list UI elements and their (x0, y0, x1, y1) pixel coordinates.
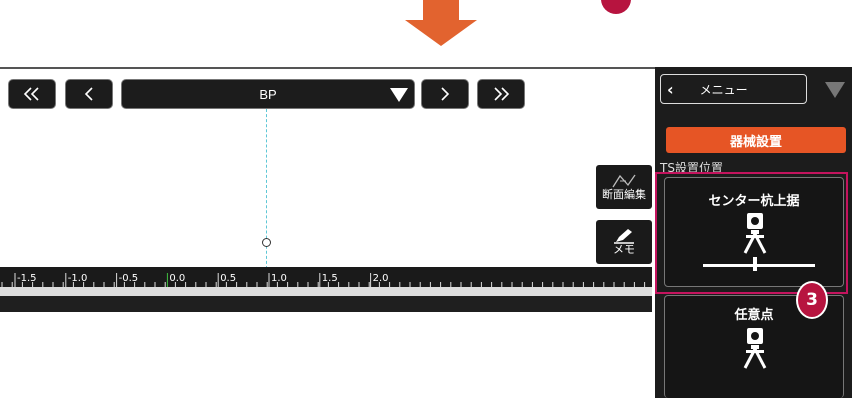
station-select-value: BP (259, 86, 277, 102)
first-station-button[interactable] (8, 79, 56, 109)
ruler-label: 0.0 (169, 273, 185, 284)
chevron-right-icon (441, 87, 450, 101)
ruler-label: 1.5 (322, 273, 338, 284)
distance-ruler: -1.5 -1.0 -0.5 0.0 0.5 1.0 1.5 2.0 (0, 267, 652, 287)
memo-label: メモ (613, 243, 635, 256)
ruler-ticks: -1.5 -1.0 -0.5 0.0 0.5 1.0 1.5 2.0 (1, 273, 646, 287)
ruler-label: 1.0 (271, 273, 287, 284)
instrument-setup-button[interactable]: 器械設置 (666, 127, 846, 153)
memo-pen-icon (614, 229, 634, 244)
guide-arrow-icon (405, 20, 477, 46)
ruler-label: -0.5 (119, 273, 139, 284)
section-edit-button[interactable]: 断面編集 (596, 165, 652, 209)
section-canvas[interactable] (0, 67, 655, 398)
ruler-label: -1.5 (17, 273, 37, 284)
section-edit-label: 断面編集 (602, 188, 646, 201)
center-point-marker[interactable] (262, 238, 271, 247)
menu-button[interactable]: ‹ メニュー (660, 74, 807, 104)
ruler-label: 2.0 (373, 273, 389, 284)
chevron-double-left-icon (23, 87, 39, 101)
menu-dropdown-triangle-icon[interactable] (825, 82, 845, 98)
step-badge: 3 (796, 281, 828, 319)
ruler-label: -1.0 (68, 273, 88, 284)
last-station-button[interactable] (477, 79, 525, 109)
guide-step-dot (601, 0, 631, 14)
chevron-left-icon (84, 87, 93, 101)
next-station-button[interactable] (421, 79, 469, 109)
chevron-left-icon: ‹ (667, 79, 674, 99)
chevron-double-right-icon (494, 87, 510, 101)
menu-label: メニュー (699, 82, 748, 97)
triangle-down-icon (390, 88, 408, 102)
prev-station-button[interactable] (65, 79, 113, 109)
ruler-strip (0, 287, 652, 296)
section-edit-icon (612, 174, 636, 188)
memo-button[interactable]: メモ (596, 220, 652, 264)
station-select[interactable]: BP (121, 79, 415, 109)
highlight-frame (655, 172, 848, 294)
total-station-icon (743, 328, 767, 369)
ruler-label: 0.5 (220, 273, 236, 284)
guide-arrow-shaft (423, 0, 459, 20)
ruler-base (0, 296, 652, 312)
